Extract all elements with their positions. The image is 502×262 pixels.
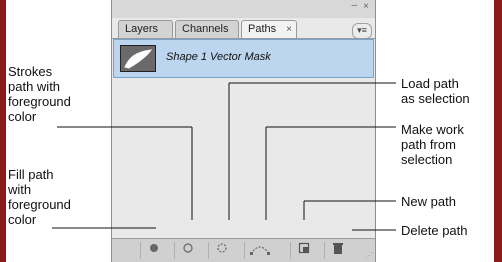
panel-menu-button[interactable]: ▾≡: [352, 23, 372, 39]
callout-line: color: [8, 212, 37, 227]
path-name: Shape 1 Vector Mask: [166, 51, 271, 63]
callout-line: Make work: [401, 122, 464, 137]
callout-delete-path: Delete path: [401, 223, 468, 238]
callout-make-work-path: Make work path from selection: [401, 122, 464, 167]
callout-line: Strokes: [8, 64, 53, 79]
frame-right: [494, 0, 502, 262]
close-icon[interactable]: ×: [363, 1, 369, 12]
load-selection-icon: [216, 243, 227, 253]
callout-line: with: [8, 182, 32, 197]
tab-layers[interactable]: Layers: [118, 20, 173, 38]
paths-panel: – × Layers Channels Paths × ▾≡ Shape 1 V…: [111, 0, 376, 262]
collapse-icon[interactable]: –: [351, 0, 357, 11]
callout-line: color: [8, 109, 37, 124]
callout-strokes-path: Strokes path with foreground color: [8, 64, 71, 124]
stroke-path-icon: [182, 243, 193, 253]
new-path-icon: [298, 242, 309, 254]
panel-bottom-bar: ⋰: [112, 238, 375, 262]
tab-label: Paths: [248, 23, 277, 35]
make-work-path-button[interactable]: [244, 242, 274, 259]
delete-path-button[interactable]: [324, 242, 350, 259]
fill-path-icon: [149, 244, 158, 252]
fill-path-button[interactable]: [140, 242, 166, 259]
callout-line: foreground: [8, 94, 71, 109]
tab-channels[interactable]: Channels: [175, 20, 239, 38]
callout-line: foreground: [8, 197, 71, 212]
new-path-button[interactable]: [290, 242, 316, 259]
resize-grip-icon[interactable]: ⋰: [365, 251, 373, 260]
callout-line: New path: [401, 194, 456, 209]
frame-left: [0, 0, 6, 262]
stroke-path-button[interactable]: [174, 242, 200, 259]
load-selection-button[interactable]: [208, 242, 234, 259]
callout-line: selection: [401, 152, 453, 167]
tab-label: Channels: [182, 23, 229, 35]
trash-icon: [332, 243, 343, 254]
path-item-row[interactable]: Shape 1 Vector Mask: [113, 39, 374, 78]
callout-line: as selection: [401, 91, 470, 106]
callout-line: Fill path: [8, 167, 54, 182]
callout-new-path: New path: [401, 194, 456, 209]
callout-line: Delete path: [401, 223, 468, 238]
path-thumbnail: [120, 45, 156, 72]
callout-line: path from: [401, 137, 456, 152]
callout-line: Load path: [401, 76, 459, 91]
panel-title-bar[interactable]: – ×: [112, 0, 375, 18]
tab-paths[interactable]: Paths ×: [241, 20, 297, 39]
tab-label: Layers: [125, 23, 159, 35]
paths-list-area: [113, 79, 374, 238]
tab-close-icon[interactable]: ×: [286, 21, 292, 38]
callout-line: path with: [8, 79, 61, 94]
vector-mask-shape-icon: [124, 49, 153, 69]
callout-fill-path: Fill path with foreground color: [8, 167, 71, 227]
make-work-path-icon: [249, 246, 270, 255]
callout-load-path: Load path as selection: [401, 76, 470, 106]
